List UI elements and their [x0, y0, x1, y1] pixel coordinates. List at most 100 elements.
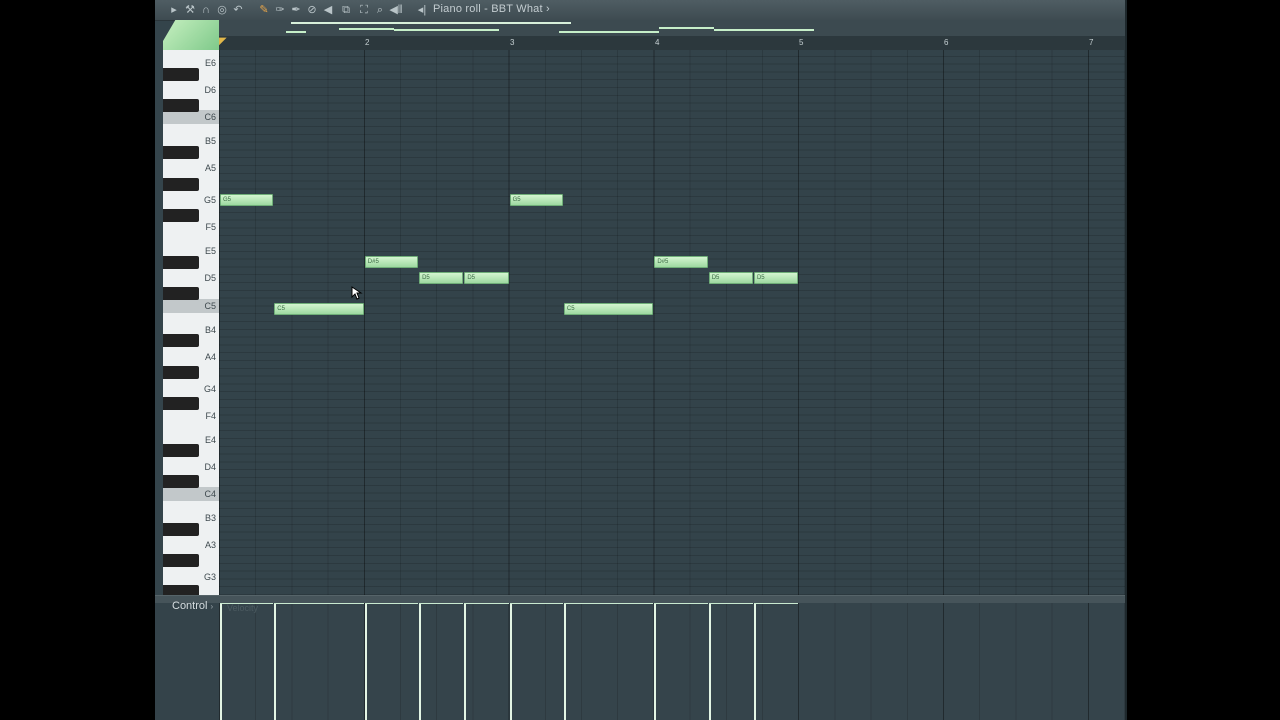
velocity-level	[708, 603, 753, 604]
black-key[interactable]	[163, 475, 199, 488]
overview-note	[291, 22, 571, 24]
bar-number: 3	[510, 38, 515, 47]
key-label: G5	[203, 195, 216, 205]
delete-icon[interactable]: ⊘	[305, 2, 319, 18]
bar-number: 7	[1089, 38, 1094, 47]
velocity-level	[419, 603, 464, 604]
note-d5[interactable]: D5	[464, 272, 509, 284]
note-g5[interactable]: G5	[220, 194, 274, 206]
velocity-level	[274, 603, 364, 604]
window-edge	[1125, 0, 1127, 720]
control-label-text: Control	[172, 600, 208, 612]
velocity-bar[interactable]	[563, 603, 566, 720]
play-arrow-icon[interactable]: ▸	[167, 2, 181, 18]
key-label: D5	[204, 273, 216, 283]
slice-icon[interactable]: ⧉	[339, 2, 353, 18]
overview-note	[559, 31, 659, 33]
key-label: D6	[204, 85, 216, 95]
note-dsharp5[interactable]: D#5	[364, 256, 419, 268]
window-title-text: Piano roll - BBT What	[433, 3, 543, 15]
key-label: F4	[205, 411, 216, 421]
key-label: A4	[204, 352, 216, 362]
velocity-lane[interactable]	[219, 603, 1127, 720]
key-label: C4	[204, 489, 216, 499]
zoom-icon[interactable]: ⌕	[373, 2, 387, 18]
black-key[interactable]	[163, 178, 199, 191]
velocity-bar[interactable]	[654, 603, 657, 720]
key-label: C5	[204, 301, 216, 311]
piano-keyboard[interactable]: E6 D6 C6 B5 A5 G5 F5 E5 D5 C5 B4 A4 G4 F…	[163, 50, 219, 595]
key-label: E6	[204, 58, 216, 68]
playback-icon[interactable]: ◀⦀	[389, 2, 403, 18]
key-label: F5	[205, 222, 216, 232]
control-arrow-icon: ›	[210, 602, 214, 611]
key-label: B5	[204, 136, 216, 146]
black-key[interactable]	[163, 287, 199, 300]
black-key[interactable]	[163, 554, 199, 567]
mouse-cursor-icon	[351, 286, 363, 300]
velocity-level	[563, 603, 654, 604]
velocity-label: Velocity	[227, 603, 259, 613]
note-g5[interactable]: G5	[509, 194, 563, 206]
overview-note	[286, 31, 306, 33]
mute-icon[interactable]: ◀	[321, 2, 335, 18]
key-label: D4	[204, 462, 216, 472]
wrench-icon[interactable]: ⚒	[183, 2, 197, 18]
magnet-icon[interactable]: ∩	[199, 2, 213, 18]
key-label: G3	[203, 572, 216, 582]
velocity-bar[interactable]	[464, 603, 467, 720]
pattern-overview-scrollbar[interactable]	[219, 20, 1127, 37]
timeline-ruler[interactable]: ◤ 2 3 4 5 6 7	[219, 36, 1127, 50]
note-d5[interactable]: D5	[753, 272, 799, 284]
playhead-marker-icon[interactable]: ◤	[219, 36, 227, 47]
control-selector[interactable]: Control ›	[172, 600, 213, 612]
black-key[interactable]	[163, 146, 199, 159]
piano-roll-corner-button[interactable]	[163, 20, 219, 50]
black-key[interactable]	[163, 444, 199, 457]
paint-icon[interactable]: ✒	[289, 2, 303, 18]
piano-roll-window: ▸ ⚒ ∩ ◎ ↶ ✎ ✑ ✒ ⊘ ◀ ⧉ ⛶ ⌕ ◀⦀ ◂| Piano ro…	[155, 0, 1127, 720]
velocity-bar[interactable]	[220, 603, 222, 720]
key-label: E5	[204, 246, 216, 256]
key-label: B3	[204, 513, 216, 523]
note-c5[interactable]: C5	[563, 303, 654, 315]
pencil-icon[interactable]: ✎	[257, 2, 271, 18]
key-label: C6	[204, 112, 216, 122]
overview-note	[339, 28, 394, 30]
bar-number: 6	[944, 38, 949, 47]
key-label: B4	[204, 325, 216, 335]
velocity-level	[220, 603, 274, 604]
record-icon[interactable]: ◎	[215, 2, 229, 18]
black-key[interactable]	[163, 585, 199, 595]
velocity-level	[753, 603, 799, 604]
velocity-bar[interactable]	[364, 603, 367, 720]
bar-number: 2	[365, 38, 370, 47]
velocity-bar[interactable]	[509, 603, 512, 720]
key-label: G4	[203, 384, 216, 394]
black-key[interactable]	[163, 334, 199, 347]
black-key[interactable]	[163, 397, 199, 410]
key-label: A3	[204, 540, 216, 550]
velocity-level	[654, 603, 708, 604]
brush-icon[interactable]: ✑	[273, 2, 287, 18]
velocity-level	[464, 603, 509, 604]
black-key[interactable]	[163, 523, 199, 536]
black-key[interactable]	[163, 366, 199, 379]
title-menu-arrow[interactable]: ›	[546, 3, 550, 15]
black-key[interactable]	[163, 68, 199, 81]
note-d5[interactable]: D5	[708, 272, 753, 284]
undo-icon[interactable]: ↶	[231, 2, 245, 18]
note-dsharp5[interactable]: D#5	[654, 256, 708, 268]
note-grid[interactable]	[219, 50, 1127, 595]
black-key[interactable]	[163, 209, 199, 222]
key-label: A5	[204, 163, 216, 173]
black-key[interactable]	[163, 99, 199, 112]
velocity-bar[interactable]	[708, 603, 711, 720]
select-icon[interactable]: ⛶	[357, 2, 371, 18]
velocity-bar[interactable]	[274, 603, 277, 720]
velocity-bar[interactable]	[419, 603, 422, 720]
velocity-bar[interactable]	[753, 603, 756, 720]
note-d5[interactable]: D5	[419, 272, 464, 284]
black-key[interactable]	[163, 256, 199, 269]
note-c5[interactable]: C5	[274, 303, 364, 315]
